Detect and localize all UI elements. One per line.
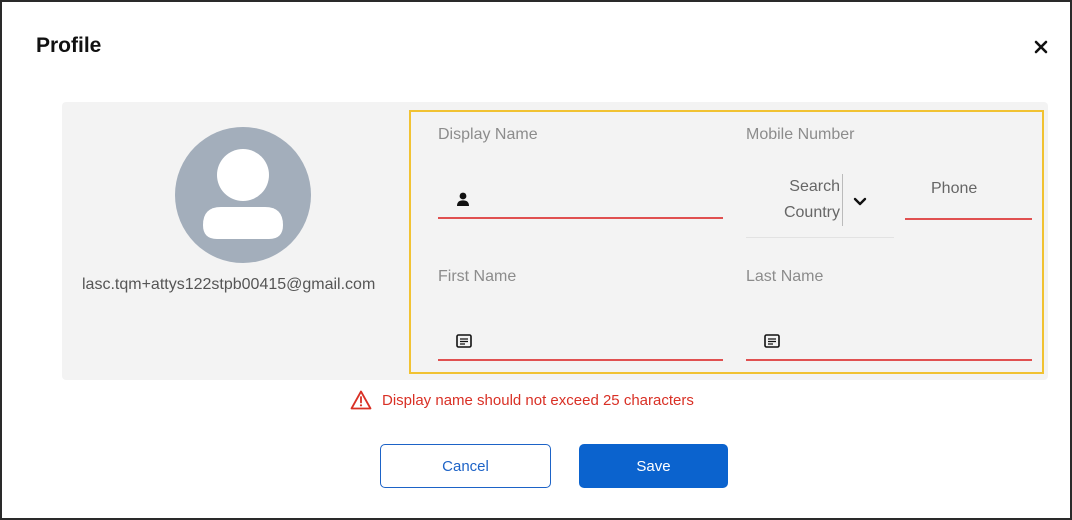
close-button[interactable] xyxy=(1026,32,1056,62)
display-name-field[interactable] xyxy=(438,181,723,219)
country-placeholder: Search Country xyxy=(760,174,840,226)
close-icon xyxy=(1034,40,1048,54)
phone-placeholder: Phone xyxy=(931,180,978,197)
mobile-number-label: Mobile Number xyxy=(746,126,855,143)
chevron-down-icon[interactable] xyxy=(850,192,870,212)
country-placeholder-line1: Search xyxy=(789,178,840,195)
text-field-icon xyxy=(456,334,472,348)
country-placeholder-line2: Country xyxy=(783,204,840,221)
text-field-icon xyxy=(764,334,780,348)
error-text: Display name should not exceed 25 charac… xyxy=(382,391,694,409)
warning-icon xyxy=(350,390,372,410)
country-select[interactable]: Search Country xyxy=(746,164,894,238)
first-name-label: First Name xyxy=(438,268,517,285)
user-email: lasc.tqm+attys122stpb00415@gmail.com xyxy=(82,276,376,293)
error-message: Display name should not exceed 25 charac… xyxy=(350,390,694,410)
first-name-field[interactable] xyxy=(438,323,723,361)
last-name-label: Last Name xyxy=(746,268,824,285)
profile-dialog: Profile lasc.tqm+attys122stpb00415@gmail… xyxy=(0,0,1072,520)
cancel-button[interactable]: Cancel xyxy=(380,444,551,488)
user-avatar-icon xyxy=(175,127,311,263)
person-icon xyxy=(456,192,470,206)
country-divider xyxy=(842,174,843,226)
last-name-field[interactable] xyxy=(746,323,1032,361)
dialog-title: Profile xyxy=(36,34,102,57)
phone-input[interactable]: Phone xyxy=(905,172,1032,220)
avatar[interactable] xyxy=(175,127,311,263)
save-button[interactable]: Save xyxy=(579,444,728,488)
display-name-label: Display Name xyxy=(438,126,538,143)
